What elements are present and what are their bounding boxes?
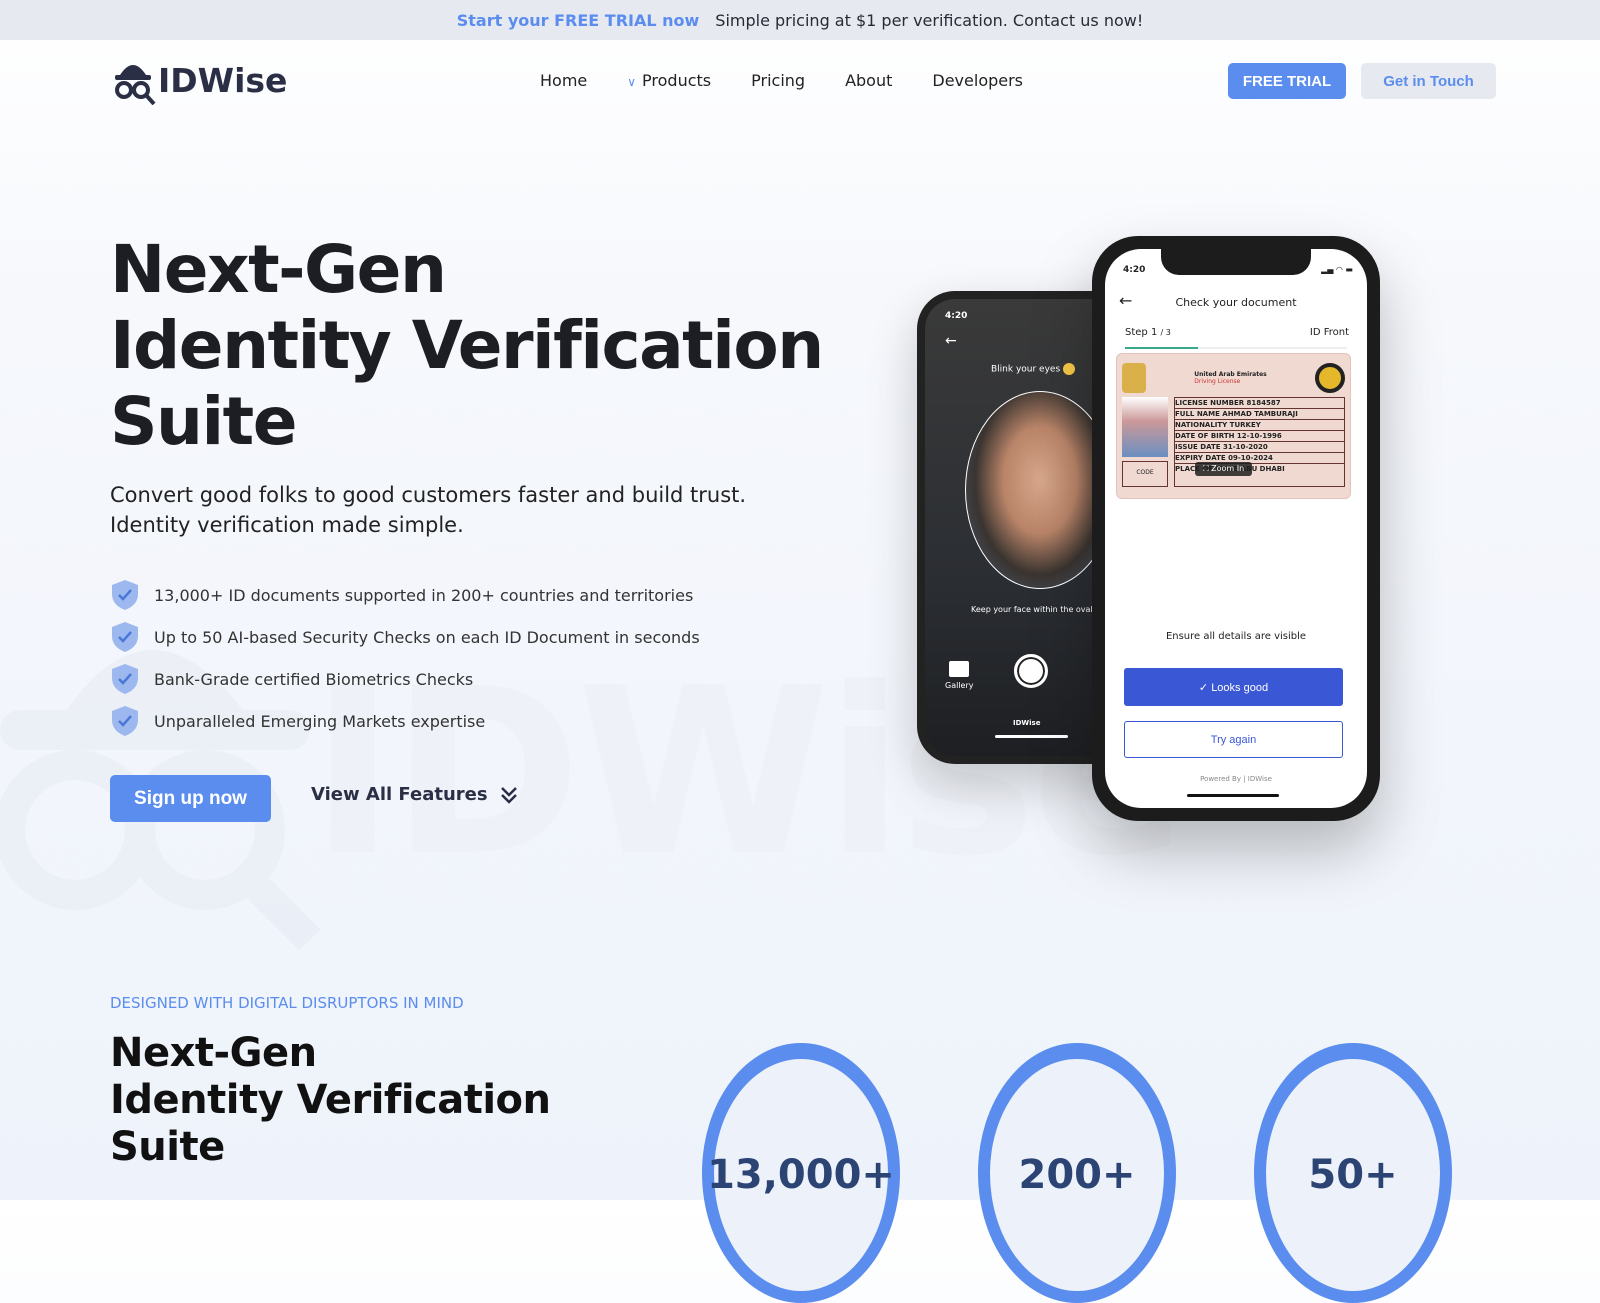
hero-title-line: Next-Gen: [110, 231, 447, 308]
nav-developers[interactable]: Developers: [932, 71, 1023, 90]
image-icon: [949, 661, 970, 677]
section-eyebrow: DESIGNED WITH DIGITAL DISRUPTORS IN MIND: [110, 994, 464, 1012]
progress-fill: [1125, 347, 1199, 349]
phone-notch: [1161, 249, 1311, 275]
announcement-message: Simple pricing at $1 per verification. C…: [715, 10, 1144, 30]
status-time: 4:20: [1123, 265, 1146, 275]
section-title-line: Next-Gen: [110, 1030, 317, 1076]
double-chevron-down-icon: [500, 786, 517, 804]
status-time: 4:20: [945, 311, 968, 321]
progress-track: [1125, 347, 1347, 349]
zoom-label: Zoom In: [1211, 464, 1245, 473]
screen-title: Check your document: [1175, 296, 1297, 309]
hero-subtitle: Convert good folks to good customers fas…: [110, 480, 746, 540]
shield-check-icon: [112, 706, 138, 736]
stat-documents: 13,000+: [702, 1043, 900, 1303]
looks-good-label: Looks good: [1211, 681, 1269, 694]
id-card-image: United Arab Emirates Driving License CODE…: [1116, 353, 1351, 499]
feature-text: 13,000+ ID documents supported in 200+ c…: [154, 585, 694, 605]
shield-check-icon: [112, 622, 138, 652]
shutter-button: [1014, 654, 1048, 688]
document-phone-mockup: 4:20 ▂▄ ◠ ▬ ← Check your document Step 1…: [1092, 236, 1380, 821]
card-field: NATIONALITY TURKEY: [1175, 420, 1344, 431]
header: IDWise Home ∨ Products Pricing About Deve…: [0, 40, 1600, 120]
step-total: / 3: [1160, 328, 1171, 337]
free-trial-button[interactable]: FREE TRIAL: [1228, 63, 1346, 99]
subtitle-line: Convert good folks to good customers fas…: [110, 483, 747, 507]
free-trial-link[interactable]: Start your FREE TRIAL now: [457, 11, 700, 30]
feature-text: Unparalleled Emerging Markets expertise: [154, 711, 486, 731]
feature-list: 13,000+ ID documents supported in 200+ c…: [110, 574, 700, 742]
view-all-label: View All Features: [311, 784, 488, 805]
section-title: Next-Gen Identity Verification Suite: [110, 1030, 551, 1171]
hero-title: Next-Gen Identity Verification Suite: [110, 231, 824, 460]
powered-logo: IDWise: [1013, 719, 1041, 727]
feature-item: Bank-Grade certified Biometrics Checks: [110, 658, 700, 700]
subtitle-line: Identity verification made simple.: [110, 513, 464, 537]
nav-home[interactable]: Home: [540, 71, 587, 90]
prompt-text: Blink your eyes: [991, 364, 1061, 375]
hero-title-line: Identity Verification: [110, 307, 824, 384]
main-nav: Home ∨ Products Pricing About Developers: [540, 71, 1023, 90]
shield-check-icon: [112, 580, 138, 610]
feature-text: Up to 50 AI-based Security Checks on eac…: [154, 627, 700, 647]
card-fields: LICENSE NUMBER 8184587 FULL NAME AHMAD T…: [1174, 397, 1345, 487]
try-again-button: Try again: [1124, 721, 1343, 758]
nav-pricing[interactable]: Pricing: [751, 71, 805, 90]
sign-up-button[interactable]: Sign up now: [110, 775, 271, 822]
nav-products-label: Products: [642, 70, 712, 90]
home-indicator: [1187, 794, 1279, 797]
signal-wifi-battery-icon: ▂▄ ◠ ▬: [1321, 265, 1353, 274]
announcement-bar: Start your FREE TRIAL now Simple pricing…: [0, 0, 1600, 40]
gallery-button: Gallery: [945, 661, 974, 690]
card-country: United Arab Emirates: [1194, 371, 1267, 378]
powered-by: Powered By | IDWise: [1200, 775, 1272, 783]
hero-title-line: Suite: [110, 383, 297, 460]
nav-about[interactable]: About: [845, 71, 892, 90]
step-indicator: Step 1 / 3: [1125, 327, 1171, 338]
nav-products[interactable]: ∨ Products: [627, 71, 711, 90]
feature-item: 13,000+ ID documents supported in 200+ c…: [110, 574, 700, 616]
card-code: CODE: [1122, 461, 1168, 487]
feature-text: Bank-Grade certified Biometrics Checks: [154, 669, 474, 689]
stat-security-checks: 50+: [1254, 1043, 1452, 1303]
oval-hint: Keep your face within the oval: [971, 605, 1093, 614]
stat-countries: 200+: [978, 1043, 1176, 1303]
smile-emoji-icon: [1063, 363, 1076, 375]
feature-item: Up to 50 AI-based Security Checks on eac…: [110, 616, 700, 658]
view-all-features-link[interactable]: View All Features: [311, 784, 518, 805]
logo[interactable]: IDWise: [110, 55, 287, 105]
get-in-touch-button[interactable]: Get in Touch: [1361, 63, 1496, 99]
section-title-line: Identity Verification: [110, 1077, 551, 1123]
id-photo: [1122, 397, 1168, 457]
logo-text: IDWise: [158, 60, 288, 100]
step-label: Step 1: [1125, 327, 1158, 338]
back-arrow-icon: ←: [945, 333, 957, 349]
card-field: ISSUE DATE 31-10-2020: [1175, 442, 1344, 453]
zoom-in-button: ⛶ Zoom In: [1195, 462, 1253, 476]
card-type: Driving License: [1194, 378, 1241, 385]
card-field: FULL NAME AHMAD TAMBURAJI: [1175, 409, 1344, 420]
chevron-down-icon: ∨: [627, 74, 637, 89]
shield-check-icon: [112, 664, 138, 694]
emblem-icon: [1122, 363, 1146, 393]
card-field: DATE OF BIRTH 12-10-1996: [1175, 431, 1344, 442]
ensure-text: Ensure all details are visible: [1165, 631, 1307, 642]
side-label: ID Front: [1309, 327, 1349, 338]
card-field: LICENSE NUMBER 8184587: [1175, 398, 1344, 409]
home-indicator: [995, 735, 1068, 738]
detective-logo-icon: [115, 65, 156, 105]
seal-icon: [1314, 363, 1345, 393]
blink-prompt: Blink your eyes: [991, 363, 1076, 375]
gallery-label: Gallery: [945, 681, 974, 690]
looks-good-button: ✓ Looks good: [1124, 668, 1343, 706]
section-title-line: Suite: [110, 1124, 225, 1170]
feature-item: Unparalleled Emerging Markets expertise: [110, 700, 700, 742]
